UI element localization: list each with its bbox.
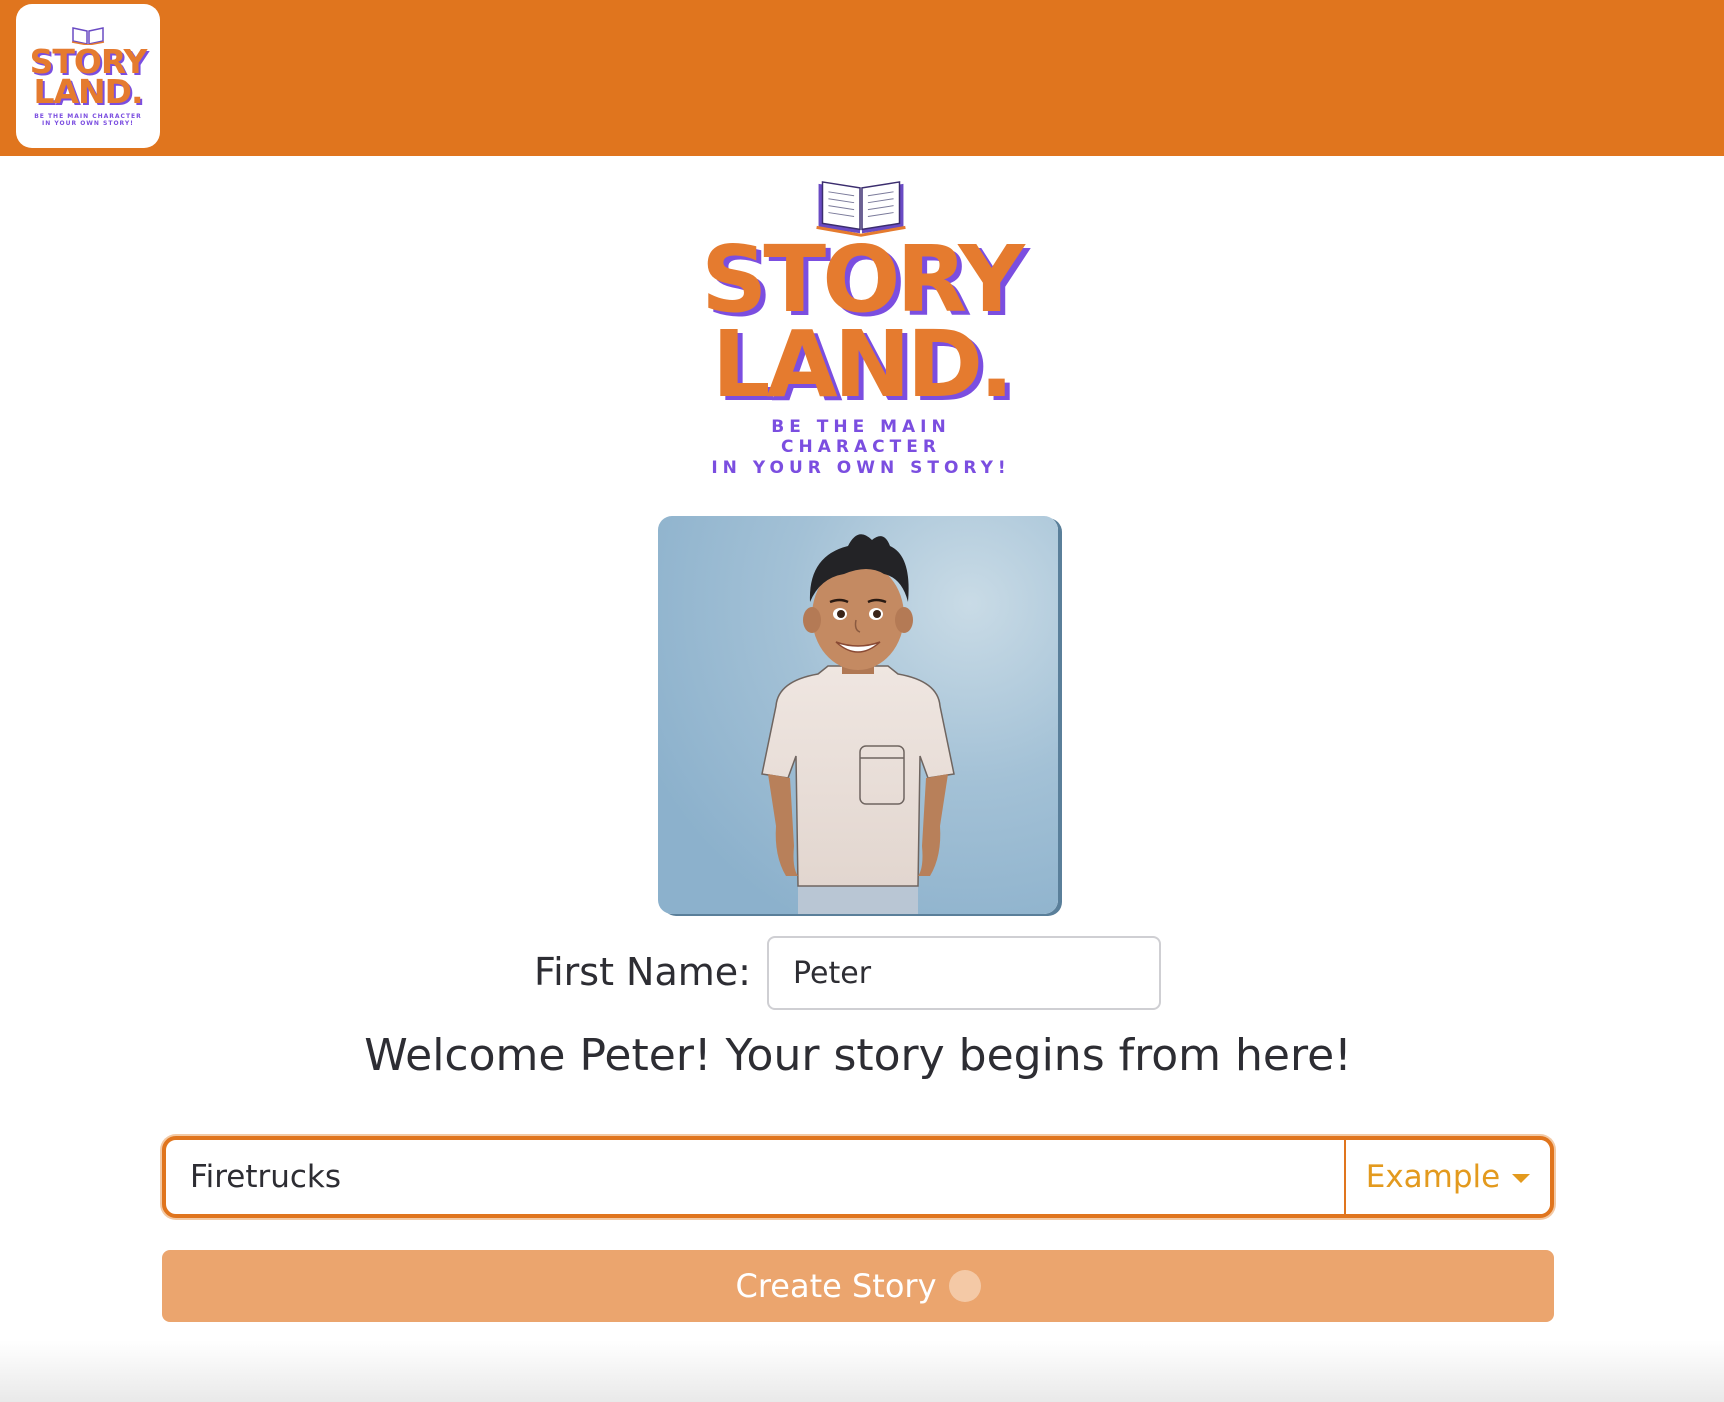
story-topic-group: Example bbox=[162, 1136, 1554, 1218]
first-name-label: First Name: bbox=[534, 950, 751, 994]
navbar-tagline-line2: IN YOUR OWN STORY! bbox=[42, 119, 134, 127]
top-navbar: STORY LAND. BE THE MAIN CHARACTER IN YOU… bbox=[0, 0, 1724, 156]
loading-spinner-icon bbox=[948, 1270, 981, 1302]
create-story-label: Create Story bbox=[735, 1267, 937, 1305]
character-portrait bbox=[658, 516, 1058, 914]
navbar-logo-word-land: LAND. bbox=[33, 71, 143, 111]
first-name-input[interactable] bbox=[767, 936, 1161, 1010]
welcome-message: Welcome Peter! Your story begins from he… bbox=[364, 1030, 1352, 1081]
hero-logo: STORY LAND. BE THE MAIN CHARACTER IN YOU… bbox=[686, 178, 1036, 478]
caret-down-icon bbox=[1512, 1173, 1531, 1183]
navbar-logo-tagline: BE THE MAIN CHARACTER IN YOUR OWN STORY! bbox=[34, 113, 142, 127]
page-bottom-shadow bbox=[0, 1340, 1724, 1402]
story-topic-input[interactable] bbox=[166, 1140, 1344, 1214]
navbar-logo[interactable]: STORY LAND. BE THE MAIN CHARACTER IN YOU… bbox=[16, 4, 160, 148]
first-name-row: First Name: bbox=[0, 936, 1724, 1012]
hero-tagline-line1: BE THE MAIN CHARACTER bbox=[771, 416, 951, 458]
create-story-button[interactable]: Create Story bbox=[162, 1250, 1554, 1322]
hero-logo-word-story: STORY bbox=[701, 226, 1025, 334]
hero-logo-tagline: BE THE MAIN CHARACTER IN YOUR OWN STORY! bbox=[686, 417, 1036, 478]
navbar-tagline-line1: BE THE MAIN CHARACTER bbox=[34, 112, 142, 120]
hero-logo-word-land: LAND. bbox=[711, 311, 1014, 419]
example-button-label: Example bbox=[1365, 1159, 1501, 1195]
boy-illustration bbox=[658, 516, 1058, 914]
example-dropdown-button[interactable]: Example bbox=[1344, 1140, 1550, 1214]
hero-tagline-line2: IN YOUR OWN STORY! bbox=[711, 457, 1011, 478]
